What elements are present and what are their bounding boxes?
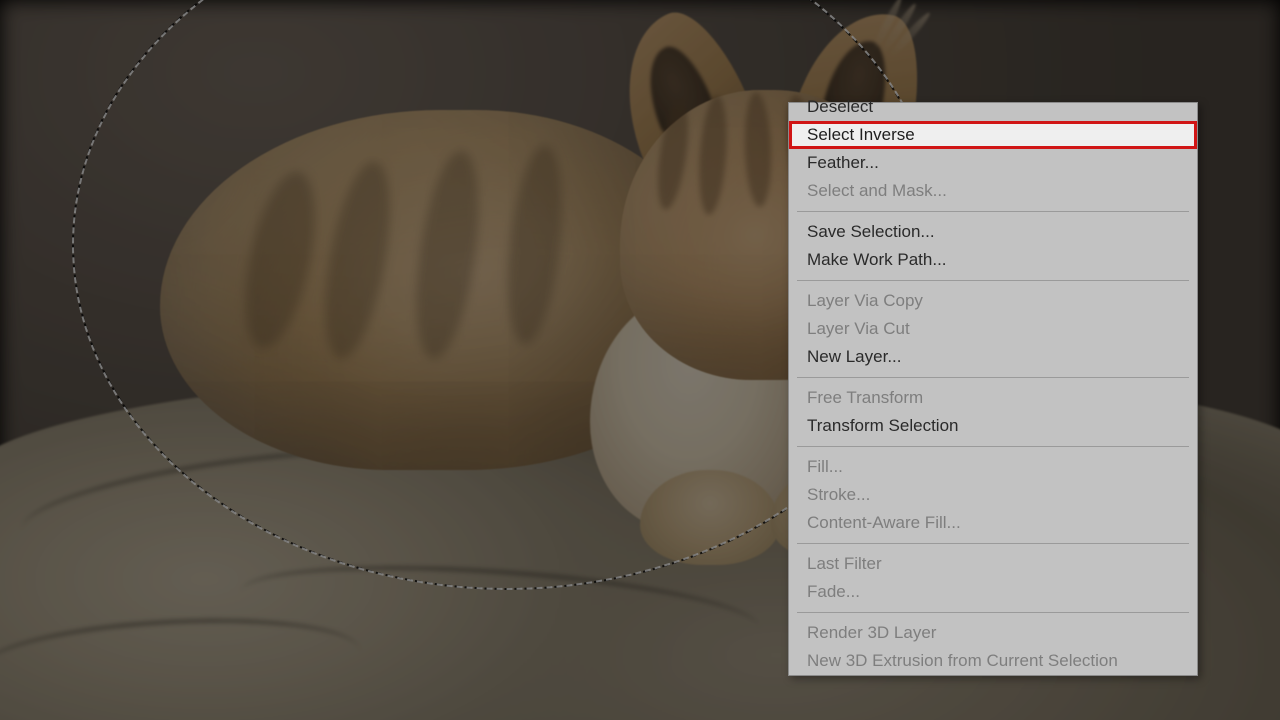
menu-item-feather[interactable]: Feather...: [789, 149, 1197, 177]
menu-separator: [797, 280, 1189, 281]
menu-item-make-work-path[interactable]: Make Work Path...: [789, 246, 1197, 274]
menu-separator: [797, 377, 1189, 378]
menu-item-select-inverse[interactable]: Select Inverse: [789, 121, 1197, 149]
menu-item-layer-via-cut: Layer Via Cut: [789, 315, 1197, 343]
menu-item-save-selection[interactable]: Save Selection...: [789, 218, 1197, 246]
menu-item-fill: Fill...: [789, 453, 1197, 481]
context-menu[interactable]: DeselectSelect InverseFeather...Select a…: [788, 102, 1198, 676]
menu-item-new-3d-extrusion: New 3D Extrusion from Current Selection: [789, 647, 1197, 675]
menu-item-last-filter: Last Filter: [789, 550, 1197, 578]
menu-item-layer-via-copy: Layer Via Copy: [789, 287, 1197, 315]
menu-item-content-aware-fill: Content-Aware Fill...: [789, 509, 1197, 537]
menu-item-render-3d-layer: Render 3D Layer: [789, 619, 1197, 647]
menu-separator: [797, 543, 1189, 544]
menu-item-stroke: Stroke...: [789, 481, 1197, 509]
menu-item-select-and-mask: Select and Mask...: [789, 177, 1197, 205]
menu-item-new-layer[interactable]: New Layer...: [789, 343, 1197, 371]
menu-item-deselect[interactable]: Deselect: [789, 93, 1197, 121]
menu-item-transform-selection[interactable]: Transform Selection: [789, 412, 1197, 440]
menu-item-free-transform: Free Transform: [789, 384, 1197, 412]
menu-item-fade: Fade...: [789, 578, 1197, 606]
menu-separator: [797, 211, 1189, 212]
menu-separator: [797, 446, 1189, 447]
menu-separator: [797, 612, 1189, 613]
